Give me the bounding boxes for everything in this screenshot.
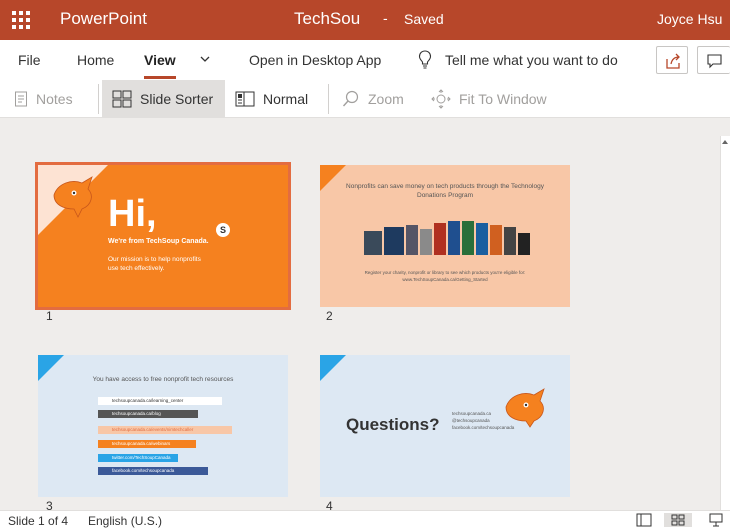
toolbar-divider bbox=[98, 84, 99, 114]
slide-2-headline: Nonprofits can save money on tech produc… bbox=[346, 183, 544, 199]
user-name[interactable]: Joyce Hsu bbox=[657, 11, 722, 27]
contact-line: @techsoupcanada bbox=[452, 418, 490, 423]
slide-1-mission: Our mission is to help nonprofits use te… bbox=[108, 256, 201, 272]
comments-button[interactable] bbox=[697, 46, 730, 74]
lightbulb-icon bbox=[418, 50, 432, 69]
slide-thumbnail-3[interactable]: You have access to free nonprofit tech r… bbox=[38, 355, 288, 497]
chevron-down-icon[interactable] bbox=[199, 53, 211, 65]
scroll-up-arrow-icon[interactable] bbox=[722, 140, 728, 144]
resource-link: techsoupcanada.ca/blog bbox=[98, 410, 198, 418]
status-bar: Slide 1 of 4 English (U.S.) bbox=[0, 510, 730, 528]
tab-home[interactable]: Home bbox=[77, 52, 114, 68]
save-status: Saved bbox=[404, 11, 444, 27]
zoom-button[interactable]: Zoom bbox=[342, 80, 414, 118]
slide-sorter-button[interactable]: Slide Sorter bbox=[102, 80, 225, 118]
resource-link: techsoupcanada.ca/webinars bbox=[98, 440, 196, 448]
presenter-icon[interactable] bbox=[708, 513, 724, 527]
resource-link: techsoupcanada.ca/events/nimtechcaller bbox=[98, 426, 232, 434]
resource-link: twitter.com/TechSoupCanada bbox=[98, 454, 178, 462]
slide-sorter-icon[interactable] bbox=[664, 513, 692, 527]
document-name[interactable]: TechSou bbox=[294, 9, 360, 29]
fit-to-window-icon bbox=[431, 89, 451, 109]
product-boxes-graphic bbox=[364, 219, 534, 255]
toolbar-divider bbox=[328, 84, 329, 114]
techsoup-logo-badge: S bbox=[216, 223, 230, 237]
slide-thumbnail-4[interactable]: Questions? techsoupcanada.ca @techsoupca… bbox=[320, 355, 570, 497]
notes-button[interactable]: Notes bbox=[14, 80, 86, 118]
active-tab-indicator bbox=[144, 76, 176, 79]
normal-view-icon bbox=[235, 91, 255, 107]
language-indicator[interactable]: English (U.S.) bbox=[88, 514, 162, 528]
resource-link: techsoupcanada.ca/learning_center bbox=[98, 397, 222, 405]
normal-label: Normal bbox=[263, 91, 309, 107]
menu-bar: File Home View Open in Desktop App Tell … bbox=[0, 40, 730, 80]
comment-icon bbox=[707, 54, 722, 69]
vertical-scrollbar[interactable] bbox=[720, 136, 730, 510]
zoom-label: Zoom bbox=[368, 91, 404, 107]
slide-sorter-icon bbox=[112, 90, 132, 108]
view-ribbon: Notes Slide Sorter Normal Zoom Fit To Wi… bbox=[0, 80, 730, 118]
title-separator: - bbox=[383, 10, 388, 26]
zoom-icon bbox=[342, 90, 359, 107]
slide-1-subtitle: We're from TechSoup Canada. bbox=[108, 238, 209, 245]
slide-number-2: 2 bbox=[326, 309, 333, 323]
share-button[interactable] bbox=[656, 46, 688, 74]
share-icon bbox=[666, 53, 680, 69]
mascot-graphic bbox=[53, 176, 93, 218]
slide-corner-shape bbox=[320, 355, 346, 381]
slide-4-title: Questions? bbox=[346, 415, 440, 434]
mascot-graphic bbox=[505, 388, 545, 428]
tab-view[interactable]: View bbox=[144, 52, 176, 68]
slide-number-1: 1 bbox=[46, 309, 53, 323]
open-in-desktop-app-button[interactable]: Open in Desktop App bbox=[249, 52, 381, 68]
slide-2-footer: Register your charity, nonprofit or libr… bbox=[364, 270, 526, 282]
slide-thumbnail-2[interactable]: Nonprofits can save money on tech produc… bbox=[320, 165, 570, 307]
notes-icon bbox=[15, 91, 27, 107]
slide-1-title: Hi, bbox=[108, 193, 157, 235]
normal-view-button[interactable]: Normal bbox=[235, 80, 317, 118]
title-bar: PowerPoint TechSou - Saved Joyce Hsu bbox=[0, 0, 730, 40]
tab-file[interactable]: File bbox=[18, 52, 41, 68]
fit-to-window-button[interactable]: Fit To Window bbox=[431, 80, 556, 118]
tell-me-search[interactable]: Tell me what you want to do bbox=[445, 52, 618, 68]
app-name[interactable]: PowerPoint bbox=[60, 9, 147, 29]
slide-sorter-label: Slide Sorter bbox=[140, 91, 214, 107]
slide-thumbnail-1[interactable]: Hi, We're from TechSoup Canada. Our miss… bbox=[35, 162, 291, 310]
app-launcher-icon[interactable] bbox=[12, 11, 30, 29]
fit-to-window-label: Fit To Window bbox=[459, 91, 547, 107]
notes-label: Notes bbox=[36, 91, 73, 107]
slide-3-headline: You have access to free nonprofit tech r… bbox=[92, 376, 234, 383]
resource-link: facebook.com/techsoupcanada bbox=[98, 467, 208, 475]
contact-line: techsoupcanada.ca bbox=[452, 411, 492, 416]
slide-count: Slide 1 of 4 bbox=[8, 514, 69, 528]
normal-view-icon[interactable] bbox=[636, 513, 652, 527]
